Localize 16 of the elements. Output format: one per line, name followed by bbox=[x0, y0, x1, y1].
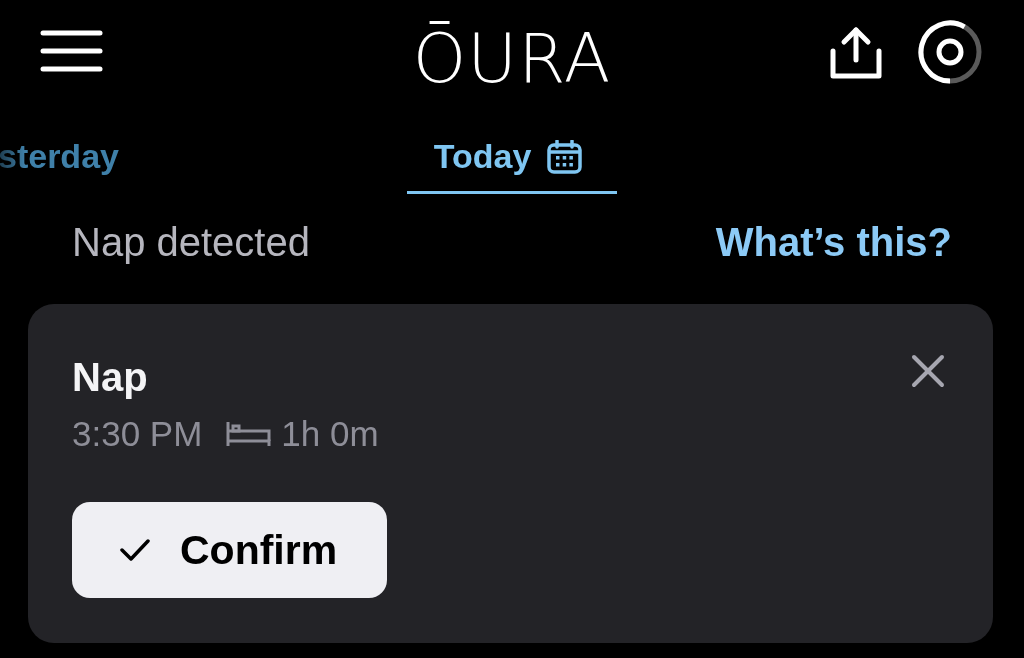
share-icon[interactable] bbox=[830, 25, 882, 79]
calendar-icon bbox=[547, 139, 583, 174]
duration-text: 1h 0m bbox=[281, 414, 379, 454]
confirm-button[interactable]: Confirm bbox=[72, 502, 387, 598]
date-tab[interactable]: Today bbox=[407, 122, 617, 194]
bed-icon bbox=[226, 421, 272, 447]
section-title: Nap detected bbox=[72, 219, 310, 265]
time-text: 3:30 PM bbox=[72, 414, 203, 454]
date-tab[interactable]: sterday bbox=[0, 122, 119, 194]
ring-icon[interactable] bbox=[918, 20, 982, 84]
card-title: Nap bbox=[72, 354, 148, 401]
close-icon[interactable] bbox=[911, 354, 945, 388]
help-link[interactable]: What’s this? bbox=[715, 219, 952, 265]
menu-icon[interactable] bbox=[40, 30, 103, 72]
check-icon bbox=[120, 539, 150, 561]
logo-text: ŌURA bbox=[412, 18, 612, 94]
